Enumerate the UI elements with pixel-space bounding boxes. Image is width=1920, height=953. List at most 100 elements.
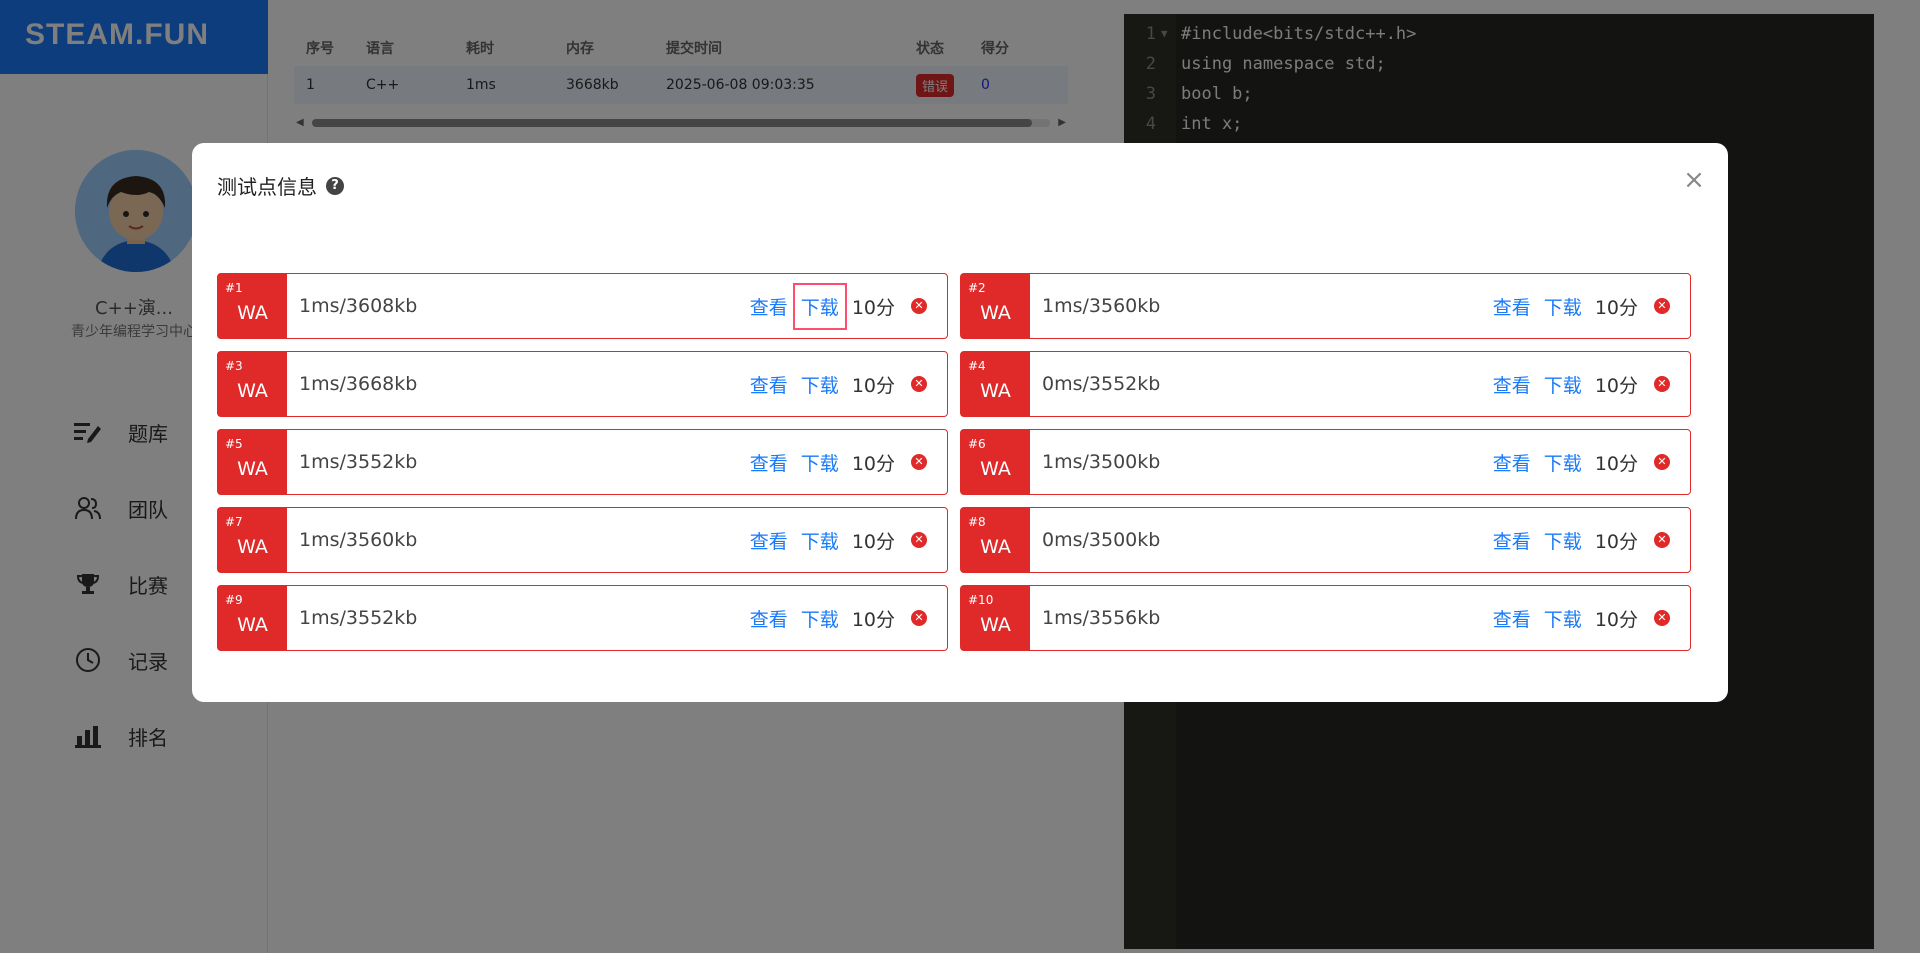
error-icon: ✕ bbox=[1654, 376, 1670, 392]
testcase-card: #8 WA 0ms/3500kb 查看 下载 10分 ✕ bbox=[960, 507, 1691, 573]
testcase-number: #5 bbox=[225, 437, 243, 451]
testcase-dialog: 测试点信息 ? × #1 WA 1ms/3608kb 查看 下载 10分 ✕ #… bbox=[192, 143, 1728, 702]
error-icon: ✕ bbox=[911, 298, 927, 314]
testcase-number: #10 bbox=[968, 593, 994, 607]
download-link[interactable]: 下载 bbox=[1544, 527, 1582, 554]
testcase-card: #9 WA 1ms/3552kb 查看 下载 10分 ✕ bbox=[217, 585, 948, 651]
testcase-status: WA bbox=[980, 302, 1011, 324]
view-link[interactable]: 查看 bbox=[1493, 371, 1531, 398]
testcase-info: 1ms/3608kb bbox=[299, 295, 418, 317]
error-icon: ✕ bbox=[1654, 610, 1670, 626]
testcase-status: WA bbox=[237, 458, 268, 480]
testcase-status: WA bbox=[980, 536, 1011, 558]
testcase-actions: 查看 下载 10分 ✕ bbox=[1493, 371, 1670, 398]
download-link[interactable]: 下载 bbox=[801, 449, 839, 476]
testcase-info: 1ms/3556kb bbox=[1042, 607, 1161, 629]
testcase-actions: 查看 下载 10分 ✕ bbox=[1493, 527, 1670, 554]
testcase-badge: #10 WA bbox=[961, 586, 1030, 650]
testcase-badge: #7 WA bbox=[218, 508, 287, 572]
testcase-card: #7 WA 1ms/3560kb 查看 下载 10分 ✕ bbox=[217, 507, 948, 573]
testcase-status: WA bbox=[237, 302, 268, 324]
testcase-badge: #9 WA bbox=[218, 586, 287, 650]
testcase-actions: 查看 下载 10分 ✕ bbox=[750, 449, 927, 476]
testcase-badge: #8 WA bbox=[961, 508, 1030, 572]
view-link[interactable]: 查看 bbox=[750, 449, 788, 476]
testcase-card: #3 WA 1ms/3668kb 查看 下载 10分 ✕ bbox=[217, 351, 948, 417]
testcase-badge: #1 WA bbox=[218, 274, 287, 338]
testcase-score: 10分 bbox=[1594, 296, 1638, 319]
testcase-info: 1ms/3560kb bbox=[1042, 295, 1161, 317]
view-link[interactable]: 查看 bbox=[750, 527, 788, 554]
error-icon: ✕ bbox=[911, 610, 927, 626]
testcase-info: 0ms/3552kb bbox=[1042, 373, 1161, 395]
download-link[interactable]: 下载 bbox=[1544, 371, 1582, 398]
testcase-actions: 查看 下载 10分 ✕ bbox=[750, 282, 927, 330]
view-link[interactable]: 查看 bbox=[750, 371, 788, 398]
view-link[interactable]: 查看 bbox=[1493, 527, 1531, 554]
testcase-score: 10分 bbox=[1594, 608, 1638, 631]
testcase-score: 10分 bbox=[851, 452, 895, 475]
view-link[interactable]: 查看 bbox=[1493, 605, 1531, 632]
testcase-actions: 查看 下载 10分 ✕ bbox=[1493, 605, 1670, 632]
testcase-score: 10分 bbox=[851, 608, 895, 631]
download-link[interactable]: 下载 bbox=[792, 282, 847, 330]
dialog-title-text: 测试点信息 bbox=[217, 175, 317, 199]
testcase-badge: #5 WA bbox=[218, 430, 287, 494]
testcase-actions: 查看 下载 10分 ✕ bbox=[1493, 293, 1670, 320]
testcase-score: 10分 bbox=[851, 374, 895, 397]
download-link[interactable]: 下载 bbox=[1544, 605, 1582, 632]
error-icon: ✕ bbox=[1654, 454, 1670, 470]
testcase-number: #3 bbox=[225, 359, 243, 373]
testcase-number: #7 bbox=[225, 515, 243, 529]
testcase-info: 1ms/3552kb bbox=[299, 451, 418, 473]
error-icon: ✕ bbox=[1654, 298, 1670, 314]
testcase-info: 0ms/3500kb bbox=[1042, 529, 1161, 551]
download-link[interactable]: 下载 bbox=[1544, 293, 1582, 320]
help-icon[interactable]: ? bbox=[326, 176, 344, 195]
testcase-score: 10分 bbox=[851, 296, 895, 319]
testcase-card: #1 WA 1ms/3608kb 查看 下载 10分 ✕ bbox=[217, 273, 948, 339]
testcase-status: WA bbox=[237, 380, 268, 402]
error-icon: ✕ bbox=[911, 376, 927, 392]
download-link[interactable]: 下载 bbox=[801, 605, 839, 632]
download-link[interactable]: 下载 bbox=[801, 371, 839, 398]
testcase-status: WA bbox=[237, 614, 268, 636]
testcase-score: 10分 bbox=[1594, 452, 1638, 475]
testcase-badge: #2 WA bbox=[961, 274, 1030, 338]
error-icon: ✕ bbox=[911, 532, 927, 548]
testcase-number: #4 bbox=[968, 359, 986, 373]
testcase-status: WA bbox=[237, 536, 268, 558]
view-link[interactable]: 查看 bbox=[1493, 449, 1531, 476]
view-link[interactable]: 查看 bbox=[1493, 293, 1531, 320]
testcase-card: #5 WA 1ms/3552kb 查看 下载 10分 ✕ bbox=[217, 429, 948, 495]
testcase-actions: 查看 下载 10分 ✕ bbox=[750, 605, 927, 632]
download-link[interactable]: 下载 bbox=[1544, 449, 1582, 476]
testcase-actions: 查看 下载 10分 ✕ bbox=[750, 371, 927, 398]
testcase-number: #2 bbox=[968, 281, 986, 295]
testcase-info: 1ms/3552kb bbox=[299, 607, 418, 629]
download-link[interactable]: 下载 bbox=[801, 527, 839, 554]
testcase-score: 10分 bbox=[1594, 374, 1638, 397]
testcase-card: #4 WA 0ms/3552kb 查看 下载 10分 ✕ bbox=[960, 351, 1691, 417]
testcase-score: 10分 bbox=[1594, 530, 1638, 553]
testcase-number: #6 bbox=[968, 437, 986, 451]
testcase-actions: 查看 下载 10分 ✕ bbox=[1493, 449, 1670, 476]
view-link[interactable]: 查看 bbox=[750, 293, 788, 320]
testcase-score: 10分 bbox=[851, 530, 895, 553]
testcase-info: 1ms/3668kb bbox=[299, 373, 418, 395]
testcase-info: 1ms/3560kb bbox=[299, 529, 418, 551]
testcase-number: #9 bbox=[225, 593, 243, 607]
testcase-status: WA bbox=[980, 614, 1011, 636]
testcase-status: WA bbox=[980, 458, 1011, 480]
testcase-number: #8 bbox=[968, 515, 986, 529]
close-icon[interactable]: × bbox=[1682, 167, 1706, 193]
view-link[interactable]: 查看 bbox=[750, 605, 788, 632]
error-icon: ✕ bbox=[911, 454, 927, 470]
testcase-card: #2 WA 1ms/3560kb 查看 下载 10分 ✕ bbox=[960, 273, 1691, 339]
testcase-card: #10 WA 1ms/3556kb 查看 下载 10分 ✕ bbox=[960, 585, 1691, 651]
testcase-badge: #6 WA bbox=[961, 430, 1030, 494]
testcase-status: WA bbox=[980, 380, 1011, 402]
testcase-badge: #4 WA bbox=[961, 352, 1030, 416]
testcase-actions: 查看 下载 10分 ✕ bbox=[750, 527, 927, 554]
testcase-info: 1ms/3500kb bbox=[1042, 451, 1161, 473]
